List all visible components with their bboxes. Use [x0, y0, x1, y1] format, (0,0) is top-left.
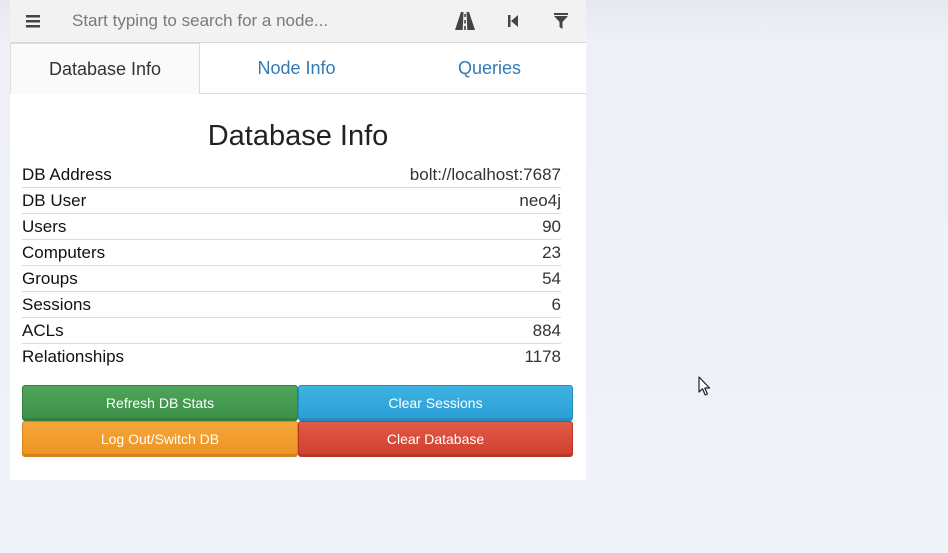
stat-label: ACLs — [22, 317, 240, 344]
stat-value: 884 — [239, 317, 561, 344]
clear-sessions-button[interactable]: Clear Sessions — [298, 385, 573, 421]
stat-label: Relationships — [22, 346, 125, 366]
page-title: Database Info — [207, 120, 389, 152]
menu-button[interactable] — [10, 0, 56, 42]
stat-label: Computers — [22, 239, 240, 266]
stat-value: 6 — [239, 291, 561, 318]
search-input[interactable] — [56, 6, 432, 36]
database-info-content: Database Info DB Address bolt://localhos… — [10, 118, 586, 457]
filter-icon — [554, 13, 568, 29]
table-row: DB User neo4j — [22, 187, 561, 214]
road-icon — [455, 12, 475, 30]
step-backward-icon — [508, 15, 518, 27]
mouse-cursor-icon — [698, 376, 711, 396]
table-row: Computers 23 — [22, 239, 561, 266]
table-row: Users 90 — [22, 213, 561, 240]
stat-label: DB Address — [22, 162, 240, 188]
stat-label: Groups — [22, 265, 240, 292]
tab-bar: Database Info Node Info Queries — [10, 43, 586, 94]
table-row: DB Address bolt://localhost:7687 — [22, 162, 561, 188]
stat-value: 54 — [239, 265, 561, 292]
table-row: ACLs 884 — [22, 317, 561, 344]
tab-queries[interactable]: Queries — [393, 43, 586, 93]
stat-value: 23 — [239, 239, 561, 266]
stat-label: Sessions — [22, 291, 240, 318]
side-panel: Database Info Node Info Queries Database… — [10, 0, 586, 480]
stat-value: 1178 — [524, 346, 561, 366]
search-bar — [10, 0, 586, 43]
hamburger-icon — [26, 15, 40, 28]
stat-value: bolt://localhost:7687 — [239, 162, 561, 188]
pathfinding-button[interactable] — [447, 0, 483, 42]
stat-value: 90 — [239, 213, 561, 240]
stat-value: neo4j — [239, 187, 561, 214]
stat-label: DB User — [22, 187, 240, 214]
stats-table: DB Address bolt://localhost:7687 DB User… — [22, 162, 561, 369]
refresh-db-stats-button[interactable]: Refresh DB Stats — [22, 385, 298, 421]
stat-label: Users — [22, 213, 240, 240]
table-row: Groups 54 — [22, 265, 561, 292]
table-row: Sessions 6 — [22, 291, 561, 318]
tab-node-info[interactable]: Node Info — [200, 43, 393, 93]
filter-button[interactable] — [543, 0, 579, 42]
table-row: Relationships 1178 — [22, 344, 561, 370]
tab-database-info[interactable]: Database Info — [10, 43, 200, 94]
logout-switch-db-button[interactable]: Log Out/Switch DB — [22, 421, 298, 457]
action-buttons: Refresh DB Stats Clear Sessions Log Out/… — [22, 385, 573, 457]
clear-database-button[interactable]: Clear Database — [298, 421, 573, 457]
back-button[interactable] — [495, 0, 531, 42]
